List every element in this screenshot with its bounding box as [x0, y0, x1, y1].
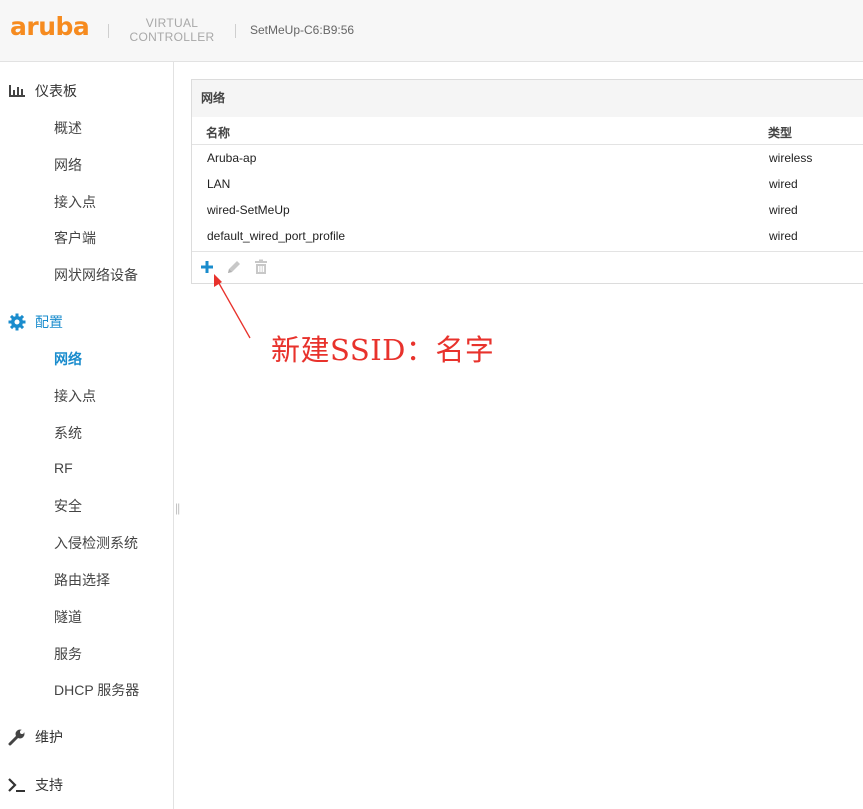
sidebar-resize-handle[interactable]: || — [175, 501, 180, 515]
sidebar-item-services[interactable]: 服务 — [54, 644, 82, 664]
row-name: Aruba-ap — [207, 151, 257, 165]
sidebar-item-access-points[interactable]: 接入点 — [54, 192, 96, 212]
row-type: wired — [769, 203, 798, 217]
row-type: wired — [769, 229, 798, 243]
top-header: aruba VIRTUAL CONTROLLER SetMeUp-C6:B9:5… — [0, 0, 863, 62]
row-name: LAN — [207, 177, 231, 191]
sidebar-item-clients[interactable]: 客户端 — [54, 228, 96, 248]
product-name: VIRTUAL CONTROLLER — [124, 16, 220, 44]
column-header-type[interactable]: 类型 — [768, 124, 792, 141]
sidebar-item-tunneling[interactable]: 隧道 — [54, 607, 82, 627]
sidebar-item-rf[interactable]: RF — [54, 460, 73, 476]
table-row[interactable]: default_wired_port_profile wired — [192, 223, 863, 249]
sidebar-section-label: 支持 — [35, 777, 63, 793]
header-divider — [108, 24, 109, 38]
sidebar-section-support[interactable]: 支持 — [8, 775, 63, 795]
row-name: default_wired_port_profile — [207, 229, 346, 243]
table-row[interactable]: LAN wired — [192, 171, 863, 197]
sidebar-section-label: 仪表板 — [35, 83, 77, 99]
sidebar-section-configuration[interactable]: 配置 — [8, 312, 63, 332]
sidebar-section-label: 配置 — [35, 314, 63, 330]
product-name-line2: CONTROLLER — [129, 30, 215, 44]
table-header: 名称 类型 — [192, 117, 863, 145]
header-divider — [235, 24, 236, 38]
sidebar-item-ids[interactable]: 入侵检测系统 — [54, 533, 138, 553]
table-row[interactable]: wired-SetMeUp wired — [192, 197, 863, 223]
networks-panel: 网络 名称 类型 Aruba-ap wireless LAN wired wir… — [191, 79, 863, 284]
sidebar-item-mesh-devices[interactable]: 网状网络设备 — [54, 265, 138, 285]
annotation-arrow — [214, 274, 251, 339]
sidebar-section-dashboard[interactable]: 仪表板 — [8, 81, 77, 101]
sidebar-item-dhcp-server[interactable]: DHCP 服务器 — [54, 680, 139, 700]
sidebar-item-routing[interactable]: 路由选择 — [54, 570, 110, 590]
sidebar-section-label: 维护 — [35, 729, 63, 745]
table-toolbar — [192, 251, 863, 283]
bar-chart-icon — [8, 82, 26, 100]
product-name-line1: VIRTUAL — [145, 16, 199, 30]
sidebar-item-config-access-points[interactable]: 接入点 — [54, 386, 96, 406]
panel-title: 网络 — [192, 80, 863, 117]
terminal-icon — [8, 776, 26, 794]
networks-table: 名称 类型 Aruba-ap wireless LAN wired wired-… — [192, 117, 863, 249]
device-name: SetMeUp-C6:B9:56 — [250, 23, 355, 37]
sidebar-item-system[interactable]: 系统 — [54, 423, 82, 443]
sidebar-item-config-networks[interactable]: 网络 — [54, 349, 82, 369]
trash-icon — [255, 259, 267, 274]
sidebar-item-networks[interactable]: 网络 — [54, 155, 82, 175]
row-type: wireless — [769, 151, 813, 165]
sidebar-section-maintenance[interactable]: 维护 — [8, 727, 63, 747]
row-type: wired — [769, 177, 798, 191]
sidebar-item-security[interactable]: 安全 — [54, 496, 82, 516]
annotation-text: 新建SSID：名字 — [271, 333, 495, 367]
wrench-icon — [8, 728, 26, 746]
table-row[interactable]: Aruba-ap wireless — [192, 145, 863, 171]
aruba-logo[interactable]: aruba — [10, 12, 90, 41]
column-header-name[interactable]: 名称 — [206, 124, 230, 141]
sidebar-item-overview[interactable]: 概述 — [54, 118, 82, 138]
row-name: wired-SetMeUp — [207, 203, 290, 217]
gear-icon — [8, 313, 26, 331]
